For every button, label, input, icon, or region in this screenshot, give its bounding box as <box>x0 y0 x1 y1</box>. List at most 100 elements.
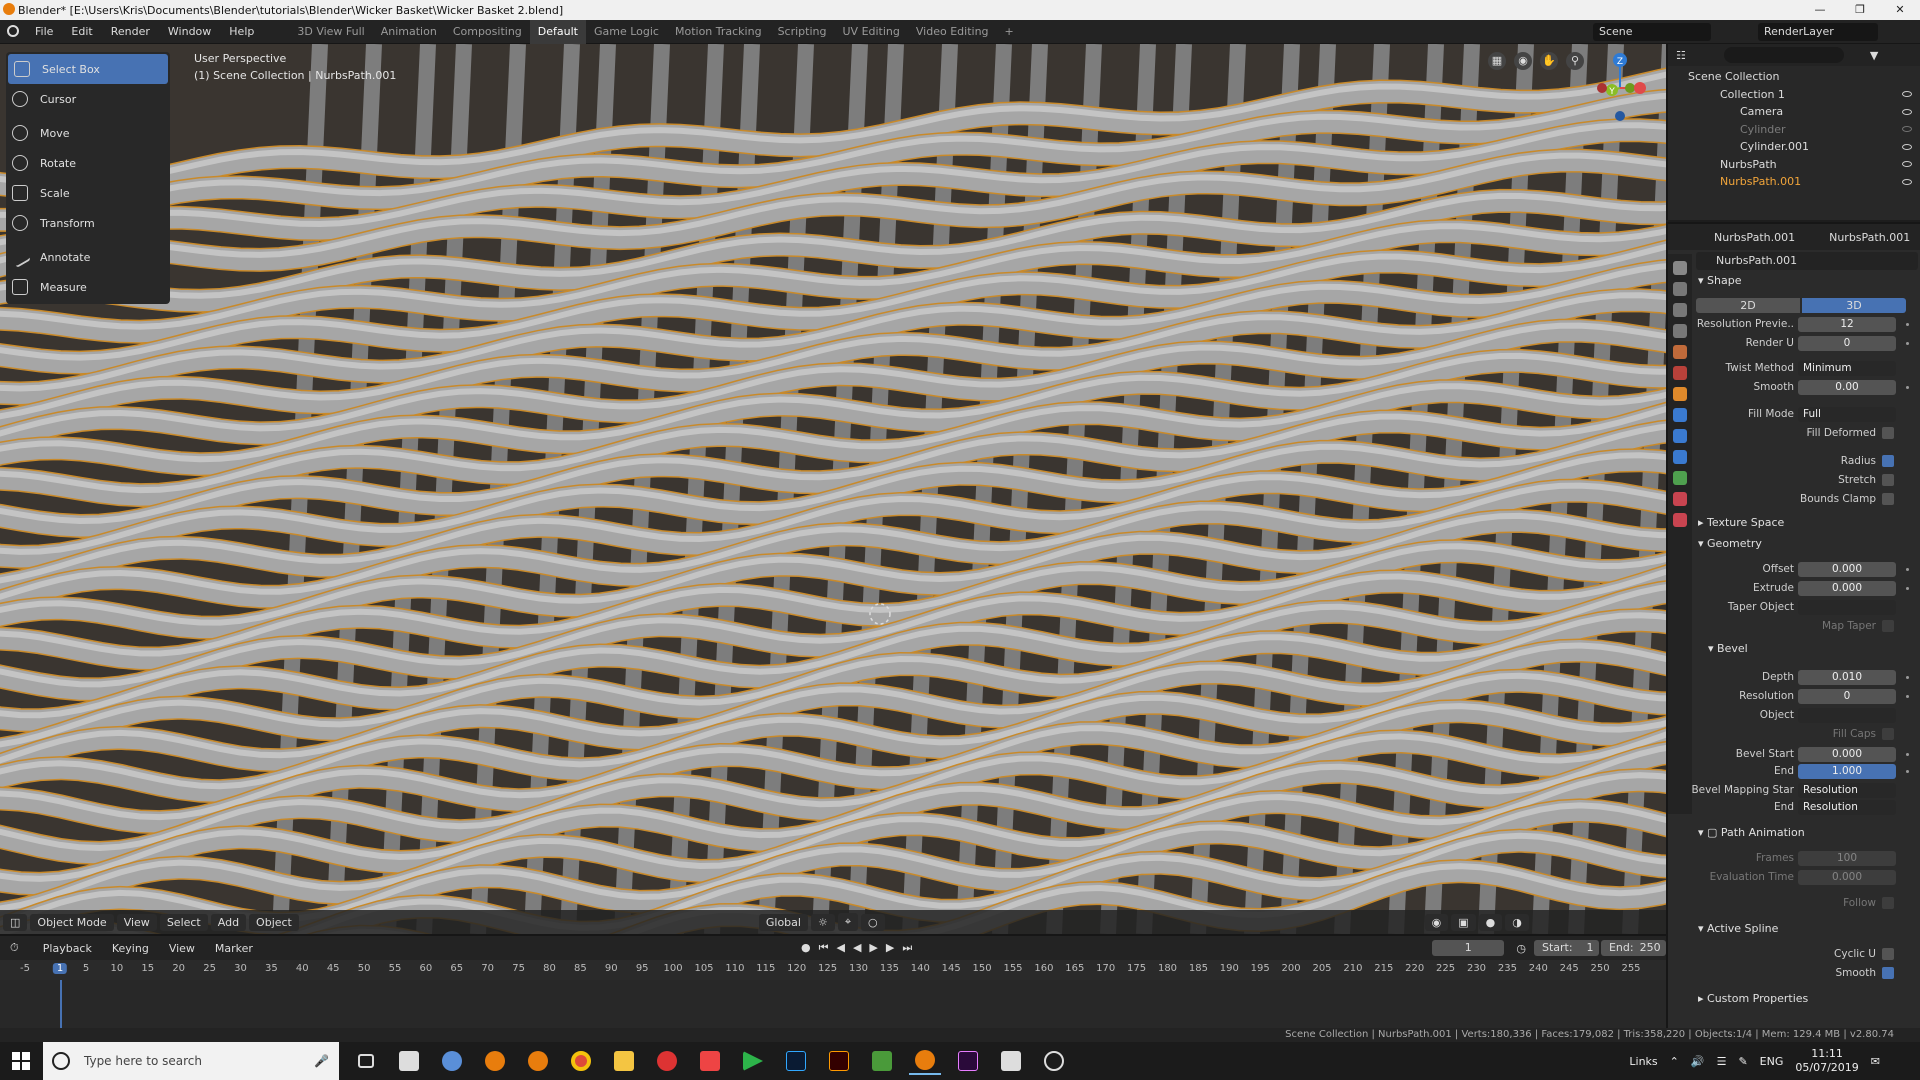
visibility-eye-icon[interactable] <box>1902 108 1912 115</box>
stretch-checkbox[interactable] <box>1882 474 1894 486</box>
tool-move[interactable]: Move <box>6 118 170 148</box>
texture-tab-icon[interactable] <box>1673 513 1687 527</box>
keying-menu[interactable]: Keying <box>112 942 149 955</box>
blender-app-icon[interactable] <box>479 1047 511 1075</box>
radius-checkbox[interactable] <box>1882 455 1894 467</box>
taskbar-search[interactable]: Type here to search 🎤 <box>43 1042 339 1080</box>
end-frame-field[interactable]: End: 250 <box>1600 940 1666 956</box>
keyframe-dot-icon[interactable] <box>1906 341 1909 345</box>
outliner-item-nurbspath[interactable]: NurbsPath <box>1668 156 1920 174</box>
clock[interactable]: 11:11 05/07/2019 <box>1795 1047 1858 1075</box>
outliner-filter-icon[interactable]: ▼ <box>1870 49 1878 62</box>
extrude-field[interactable]: 0.000 <box>1798 580 1896 596</box>
grid-icon[interactable]: ▦ <box>1488 52 1506 70</box>
proportional-icon[interactable]: ○ <box>861 913 885 931</box>
premiere-app-icon[interactable] <box>952 1047 984 1075</box>
resolution-preview-field[interactable]: 12 <box>1798 316 1896 332</box>
output-tab-icon[interactable] <box>1673 303 1687 317</box>
render-layer-selector[interactable]: RenderLayer <box>1758 23 1878 41</box>
visibility-eye-icon[interactable] <box>1902 91 1912 98</box>
play-reverse-icon[interactable]: ◀ <box>853 941 861 955</box>
fill-mode-dropdown[interactable]: Full <box>1798 406 1896 422</box>
outliner-item-collection-1[interactable]: Collection 1 <box>1668 86 1920 104</box>
bevel-object-field[interactable] <box>1798 707 1896 723</box>
task-view-icon[interactable] <box>350 1047 382 1075</box>
tool-rotate[interactable]: Rotate <box>6 148 170 178</box>
frames-field[interactable]: 100 <box>1798 850 1896 866</box>
section-bevel[interactable]: ▾ Bevel <box>1708 640 1748 658</box>
visibility-eye-icon[interactable] <box>1902 126 1912 133</box>
gizmo-x-axis[interactable] <box>1634 82 1646 94</box>
depth-field[interactable]: 0.010 <box>1798 669 1896 685</box>
fill-deformed-checkbox[interactable] <box>1882 427 1894 439</box>
bevel-mapping-end-dropdown[interactable]: Resolution <box>1798 799 1896 815</box>
language-indicator[interactable]: ENG <box>1760 1055 1784 1068</box>
keyframe-dot-icon[interactable] <box>1906 769 1909 773</box>
modifier-tab-icon[interactable] <box>1673 408 1687 422</box>
tool-cursor[interactable]: Cursor <box>6 84 170 114</box>
restore-icon[interactable]: ❐ <box>1840 0 1880 20</box>
tab-animation[interactable]: Animation <box>373 20 445 44</box>
calculator-app-icon[interactable] <box>393 1047 425 1075</box>
keyframe-dot-icon[interactable] <box>1906 322 1909 326</box>
microphone-icon[interactable]: 🎤 <box>314 1054 329 1068</box>
menu-object[interactable]: Object <box>249 913 299 931</box>
spline-smooth-checkbox[interactable] <box>1882 967 1894 979</box>
scene-selector[interactable]: Scene <box>1593 23 1711 41</box>
tab-video-editing[interactable]: Video Editing <box>908 20 997 44</box>
windows-start-icon[interactable] <box>12 1052 30 1070</box>
tab-uv-editing[interactable]: UV Editing <box>835 20 908 44</box>
outliner-root[interactable]: Scene Collection <box>1668 68 1920 86</box>
tab-default[interactable]: Default <box>529 19 586 44</box>
tool-annotate[interactable]: Annotate <box>6 242 170 272</box>
keyframe-dot-icon[interactable] <box>1906 586 1909 590</box>
minimize-icon[interactable]: — <box>1800 0 1840 20</box>
keyframe-dot-icon[interactable] <box>1906 694 1909 698</box>
object-tab-icon[interactable] <box>1673 387 1687 401</box>
world-tab-icon[interactable] <box>1673 366 1687 380</box>
taper-object-field[interactable] <box>1798 599 1896 615</box>
close-icon[interactable]: ✕ <box>1880 0 1920 20</box>
visibility-eye-icon[interactable] <box>1902 161 1912 168</box>
offset-field[interactable]: 0.000 <box>1798 561 1896 577</box>
menu-edit[interactable]: Edit <box>62 25 101 38</box>
2d-button[interactable]: 2D <box>1696 297 1800 313</box>
pivot-icon[interactable]: ☼ <box>810 913 835 931</box>
next-key-icon[interactable]: ▶ <box>886 941 894 955</box>
pan-hand-icon[interactable]: ✋ <box>1540 52 1558 70</box>
chevron-up-icon[interactable]: ⌃ <box>1670 1055 1679 1068</box>
render-tab-icon[interactable] <box>1673 282 1687 296</box>
physics-tab-icon[interactable] <box>1673 450 1687 464</box>
twist-method-dropdown[interactable]: Minimum <box>1798 360 1896 376</box>
section-shape[interactable]: ▾ Shape <box>1698 272 1741 290</box>
outliner-item-cylinder[interactable]: Cylinder <box>1668 121 1920 139</box>
bevel-start-field[interactable]: 0.000 <box>1798 746 1896 762</box>
shading-solid-icon[interactable]: ● <box>1478 913 1503 931</box>
cyclic-u-checkbox[interactable] <box>1882 948 1894 960</box>
visibility-eye-icon[interactable] <box>1902 143 1912 150</box>
photos-app-icon[interactable] <box>995 1047 1027 1075</box>
volume-icon[interactable]: 🔊 <box>1691 1055 1705 1068</box>
tool-select-box[interactable]: Select Box <box>8 54 168 84</box>
menu-select[interactable]: Select <box>159 913 208 931</box>
play-icon[interactable]: ▶ <box>869 941 877 955</box>
app-icon[interactable] <box>436 1047 468 1075</box>
frame-ruler[interactable]: -5 1 5 10 15 20 25 30 35 40 45 50 55 60 65 70 75 80 85 90 95… <box>0 960 1666 980</box>
section-custom-properties[interactable]: ▸ Custom Properties <box>1698 990 1808 1008</box>
particles-tab-icon[interactable] <box>1673 429 1687 443</box>
tab-motion-tracking[interactable]: Motion Tracking <box>667 20 770 44</box>
blender-app-icon[interactable] <box>522 1047 554 1075</box>
bevel-resolution-field[interactable]: 0 <box>1798 688 1896 704</box>
curve-data-tab-icon[interactable] <box>1673 471 1687 485</box>
tab-game-logic[interactable]: Game Logic <box>586 20 667 44</box>
camera-view-icon[interactable]: ◉ <box>1514 52 1532 70</box>
section-geometry[interactable]: ▾ Geometry <box>1698 535 1762 553</box>
xray-icon[interactable]: ▣ <box>1451 913 1476 931</box>
keyframe-dot-icon[interactable] <box>1906 567 1909 571</box>
start-frame-field[interactable]: Start: 1 <box>1533 940 1599 956</box>
pen-icon[interactable]: ✎ <box>1738 1055 1747 1068</box>
file-explorer-icon[interactable] <box>608 1047 640 1075</box>
bevel-end-field[interactable]: 1.000 <box>1798 763 1896 779</box>
editor-type-icon[interactable]: ◫ <box>3 913 28 931</box>
bounds-clamp-checkbox[interactable] <box>1882 493 1894 505</box>
